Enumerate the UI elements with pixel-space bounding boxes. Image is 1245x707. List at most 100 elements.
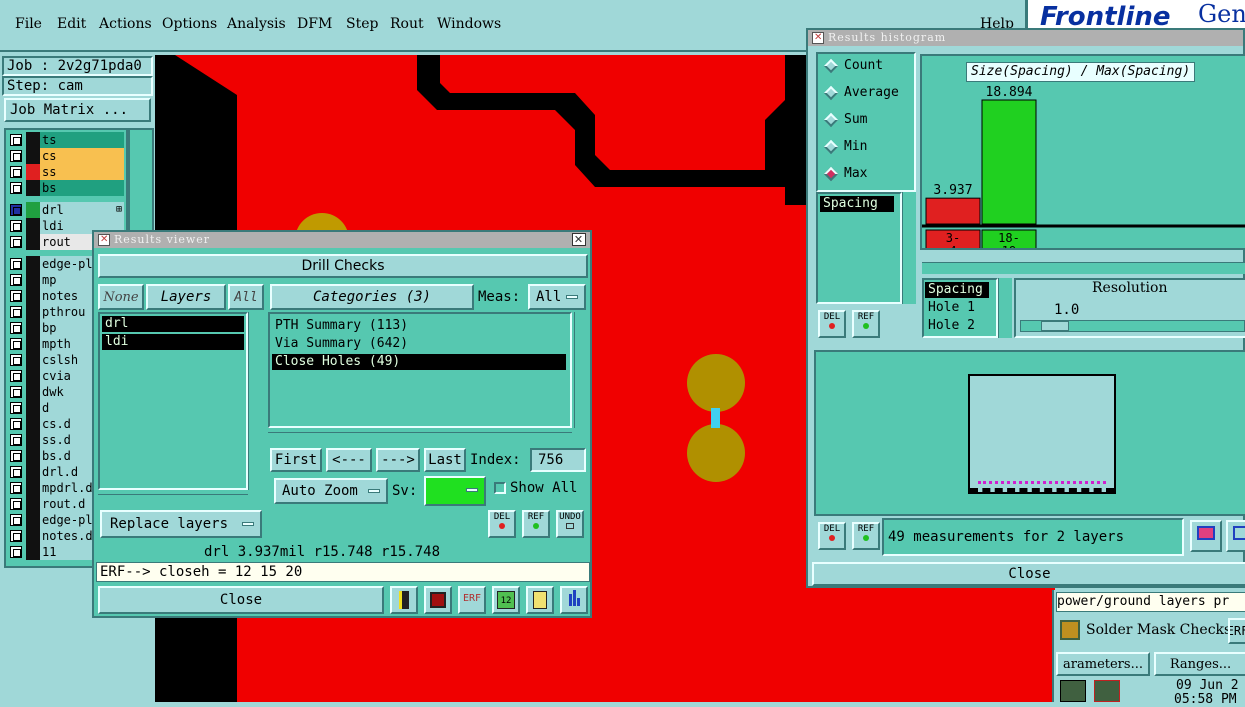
- layer-item-ldi[interactable]: ldi: [102, 334, 244, 350]
- erf-disabled-icon[interactable]: ERF: [458, 586, 486, 614]
- layer-row-cs[interactable]: cs: [8, 148, 124, 164]
- auto-zoom-dropdown[interactable]: Auto Zoom: [274, 478, 388, 504]
- undo-button[interactable]: UNDO: [556, 510, 584, 538]
- traffic-light-icon[interactable]: [390, 586, 418, 614]
- menu-file[interactable]: File: [15, 16, 42, 32]
- chart-hscroll[interactable]: [922, 262, 1245, 274]
- menu-windows[interactable]: Windows: [437, 16, 501, 32]
- histogram-bar-0[interactable]: [925, 197, 981, 225]
- layer-checkbox[interactable]: [10, 204, 22, 216]
- layer-checkbox[interactable]: [10, 354, 22, 366]
- counter-icon[interactable]: 12: [492, 586, 520, 614]
- results-viewer-titlebar[interactable]: Results viewer ✕: [94, 232, 590, 248]
- histogram-ref-button-top[interactable]: REF: [852, 310, 880, 338]
- list2-item-hole1[interactable]: Hole 1: [925, 300, 975, 316]
- layers-vscroll[interactable]: [248, 312, 262, 490]
- category-item-via[interactable]: Via Summary (642): [272, 336, 408, 352]
- histogram-titlebar[interactable]: Results histogram: [808, 30, 1243, 46]
- spacing-holes-list[interactable]: Spacing Hole 1 Hole 2: [922, 278, 998, 338]
- show-all-checkbox[interactable]: [494, 482, 506, 494]
- categories-listbox[interactable]: PTH Summary (113) Via Summary (642) Clos…: [268, 312, 572, 428]
- close-window-icon[interactable]: ✕: [572, 233, 586, 246]
- close-button[interactable]: Close: [98, 586, 384, 614]
- layer-checkbox[interactable]: [10, 134, 22, 146]
- layer-checkbox[interactable]: [10, 530, 22, 542]
- histogram-close-button[interactable]: Close: [812, 562, 1245, 586]
- meas-dropdown[interactable]: All: [528, 284, 586, 310]
- histogram-icon[interactable]: [560, 586, 588, 614]
- del-button[interactable]: DEL: [488, 510, 516, 538]
- category-item-close-holes[interactable]: Close Holes (49): [272, 354, 566, 370]
- layer-checkbox[interactable]: [10, 466, 22, 478]
- layer-row-drl[interactable]: drl ⊞: [8, 202, 124, 218]
- zoom-extra-icon[interactable]: [1226, 520, 1245, 552]
- layer-checkbox[interactable]: [10, 402, 22, 414]
- layer-checkbox[interactable]: [10, 306, 22, 318]
- layer-row-ss[interactable]: ss: [8, 164, 124, 180]
- measure-item-spacing[interactable]: Spacing: [820, 196, 894, 212]
- layer-checkbox[interactable]: [10, 370, 22, 382]
- measure-vscroll[interactable]: [902, 192, 916, 304]
- layers-button[interactable]: Layers: [146, 284, 226, 310]
- record-icon[interactable]: [424, 586, 452, 614]
- layer-checkbox[interactable]: [10, 482, 22, 494]
- ref-button[interactable]: REF: [522, 510, 550, 538]
- ranges-button[interactable]: Ranges...: [1154, 652, 1245, 676]
- layers-listbox[interactable]: drl ldi: [98, 312, 248, 490]
- layer-checkbox[interactable]: [10, 450, 22, 462]
- all-layers-button[interactable]: All: [228, 284, 264, 310]
- next-button[interactable]: --->: [376, 448, 420, 472]
- last-button[interactable]: Last: [424, 448, 466, 472]
- layer-checkbox[interactable]: [10, 498, 22, 510]
- report-icon[interactable]: [526, 586, 554, 614]
- layer-checkbox[interactable]: [10, 338, 22, 350]
- menu-actions[interactable]: Actions: [99, 16, 152, 32]
- replace-layers-dropdown[interactable]: Replace layers: [100, 510, 262, 538]
- categories-vscroll[interactable]: [574, 312, 588, 428]
- layer-checkbox[interactable]: [10, 418, 22, 430]
- layer-checkbox[interactable]: [10, 166, 22, 178]
- sv-color-dropdown[interactable]: [424, 476, 486, 506]
- none-button[interactable]: None: [98, 284, 144, 310]
- job-matrix-button[interactable]: Job Matrix ...: [4, 98, 151, 122]
- parameters-button[interactable]: arameters...: [1056, 652, 1150, 676]
- menu-analysis[interactable]: Analysis: [227, 16, 286, 32]
- layer-checkbox[interactable]: [10, 322, 22, 334]
- categories-hscroll[interactable]: [268, 432, 572, 444]
- menu-step[interactable]: Step: [346, 16, 378, 32]
- layer-item-drl[interactable]: drl: [102, 316, 244, 332]
- index-input[interactable]: 756: [530, 448, 586, 472]
- list2-vscroll[interactable]: [998, 278, 1012, 338]
- list2-item-hole2[interactable]: Hole 2: [925, 318, 975, 334]
- menu-dfm[interactable]: DFM: [297, 16, 332, 32]
- measure-listbox[interactable]: Spacing: [816, 192, 902, 304]
- histogram-del-button[interactable]: DEL: [818, 522, 846, 550]
- menu-edit[interactable]: Edit: [57, 16, 86, 32]
- layer-row-ts[interactable]: ts: [8, 132, 124, 148]
- histogram-bar-1[interactable]: [981, 99, 1037, 225]
- zoom-to-fit-icon[interactable]: [1190, 520, 1222, 552]
- layer-checkbox[interactable]: [10, 546, 22, 558]
- slider-thumb[interactable]: [1041, 321, 1069, 331]
- layer-checkbox[interactable]: [10, 258, 22, 270]
- layer-row-bs[interactable]: bs: [8, 180, 124, 196]
- layer-checkbox[interactable]: [10, 290, 22, 302]
- histogram-ref-button[interactable]: REF: [852, 522, 880, 550]
- list2-item-spacing[interactable]: Spacing: [925, 282, 989, 298]
- menu-rout[interactable]: Rout: [390, 16, 424, 32]
- category-item-pth[interactable]: PTH Summary (113): [272, 318, 408, 334]
- layer-checkbox[interactable]: [10, 514, 22, 526]
- layer-checkbox[interactable]: [10, 182, 22, 194]
- run-icon-2[interactable]: [1094, 680, 1120, 702]
- first-button[interactable]: First: [270, 448, 322, 472]
- layer-checkbox[interactable]: [10, 434, 22, 446]
- menu-options[interactable]: Options: [162, 16, 217, 32]
- categories-button[interactable]: Categories (3): [270, 284, 474, 310]
- layer-checkbox[interactable]: [10, 220, 22, 232]
- layer-checkbox[interactable]: [10, 386, 22, 398]
- resolution-slider[interactable]: [1020, 320, 1245, 332]
- prev-button[interactable]: <---: [326, 448, 372, 472]
- side-erf-button[interactable]: ERF: [1228, 618, 1245, 644]
- layers-hscroll[interactable]: [98, 494, 248, 506]
- layer-checkbox[interactable]: [10, 150, 22, 162]
